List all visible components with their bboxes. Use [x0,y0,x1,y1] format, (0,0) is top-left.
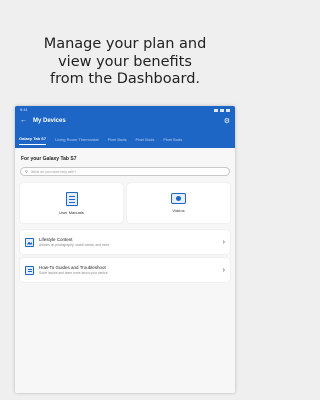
search-bar[interactable]: ⚲ What do you need help with? [20,167,230,176]
videos-card[interactable]: Videos [127,183,230,223]
chevron-right-icon: › [222,266,225,274]
image-icon [25,237,34,247]
headline-line-3: from the Dashboard. [49,71,201,87]
marketing-headline: Manage your plan and view your benefits … [0,36,250,89]
page-title: My Devices [33,117,66,124]
device-screen: 9:41 ← My Devices ⚙ Galaxy Tab S7 Living… [15,106,235,393]
tab-pixel-buds-3[interactable]: Pixel Buds [163,137,182,145]
lifestyle-content-item[interactable]: Lifestyle Content Articles on photograph… [20,230,230,254]
status-time: 9:41 [20,107,28,112]
headline-line-2: view your benefits [58,53,192,70]
main-content: For your Galaxy Tab S7 ⚲ What do you nee… [15,148,235,282]
video-icon [171,193,186,204]
app-header: 9:41 ← My Devices ⚙ Galaxy Tab S7 Living… [15,106,235,148]
list-item-title: Lifestyle Content [39,236,73,242]
signal-icon [214,108,218,112]
book-icon [65,191,78,206]
resource-cards: User Manuals Videos [20,183,230,223]
headline-line-1: Manage your plan and [43,36,207,52]
search-icon: ⚲ [25,169,28,174]
guide-icon [25,265,34,275]
videos-label: Videos [172,208,185,213]
gear-icon[interactable]: ⚙ [224,117,230,125]
back-arrow-icon[interactable]: ← [20,117,30,124]
app-bar: ← My Devices ⚙ [15,114,235,127]
tab-pixel-buds-2[interactable]: Pixel Buds [135,137,154,145]
list-item-subtitle: Solve issues and learn more about your d… [39,271,108,276]
chevron-right-icon: › [222,238,225,246]
device-tabs: Galaxy Tab S7 Living Room Thermostat Pix… [15,130,235,145]
wifi-icon [220,108,224,112]
tab-galaxy-tab-s7[interactable]: Galaxy Tab S7 [19,136,47,145]
list-item-text: Lifestyle Content Articles on photograph… [39,237,223,248]
status-bar: 9:41 [15,106,235,114]
list-item-text: How-To Guides and Troubleshoot Solve iss… [39,265,223,276]
user-manuals-card[interactable]: User Manuals [20,183,123,223]
tab-living-room-thermostat[interactable]: Living Room Thermostat [55,137,99,145]
tab-pixel-buds-1[interactable]: Pixel Buds [108,137,127,145]
section-heading: For your Galaxy Tab S7 [21,156,77,162]
battery-icon [226,108,230,112]
status-icons [214,106,230,114]
search-input[interactable]: What do you need help with? [31,170,76,174]
user-manuals-label: User Manuals [59,209,84,215]
list-item-subtitle: Articles on photography, social media, a… [39,243,110,248]
how-to-guides-item[interactable]: How-To Guides and Troubleshoot Solve iss… [20,258,230,282]
list-item-title: How-To Guides and Troubleshoot [39,264,106,270]
